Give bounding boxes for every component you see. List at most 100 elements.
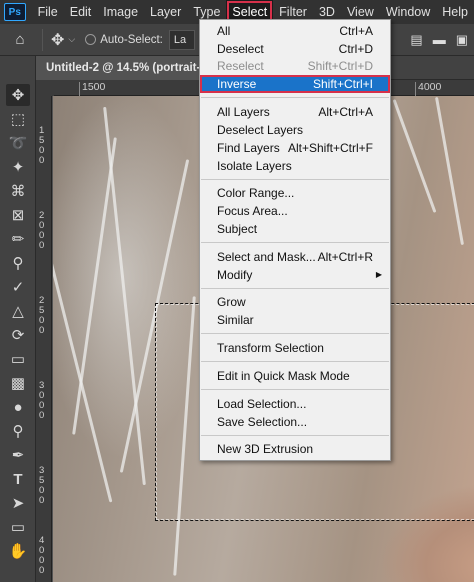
menu-item-load-selection[interactable]: Load Selection... bbox=[200, 395, 390, 413]
menu-item-label: Inverse bbox=[217, 77, 257, 91]
auto-select-target-dropdown[interactable]: La bbox=[168, 29, 195, 50]
lasso-tool-icon[interactable]: ➰ bbox=[6, 132, 30, 154]
menu-item-label: Select and Mask... bbox=[217, 250, 316, 264]
gradient-tool-icon[interactable]: ▩ bbox=[6, 372, 30, 394]
ruler-corner bbox=[36, 80, 54, 96]
chevron-down-icon[interactable]: ⌵ bbox=[68, 34, 75, 45]
menu-separator bbox=[201, 435, 389, 436]
hair-strand bbox=[103, 106, 146, 486]
dodge-tool-icon[interactable]: ⚲ bbox=[6, 420, 30, 442]
menu-item-label: Grow bbox=[217, 295, 246, 309]
menu-item-label: Edit in Quick Mask Mode bbox=[217, 369, 350, 383]
menu-item-subject[interactable]: Subject bbox=[200, 220, 390, 238]
menu-item-label: Isolate Layers bbox=[217, 159, 292, 173]
menu-item-label: Subject bbox=[217, 222, 258, 236]
align-controls: ▤ ▬ ▣ bbox=[410, 32, 468, 48]
move-tool-icon[interactable]: ✥ bbox=[6, 84, 30, 106]
hand-tool-icon[interactable]: ✋ bbox=[6, 540, 30, 562]
menu-item-save-selection[interactable]: Save Selection... bbox=[200, 413, 390, 431]
align-bottom-icon[interactable]: ▣ bbox=[456, 32, 468, 48]
menu-item-label: Modify bbox=[217, 268, 253, 282]
menu-item-inverse[interactable]: Inverse Shift+Ctrl+I bbox=[200, 75, 390, 93]
photoshop-logo-icon: Ps bbox=[4, 3, 26, 21]
menu-item-isolate-layers[interactable]: Isolate Layers bbox=[200, 157, 390, 175]
menu-help[interactable]: Help bbox=[436, 0, 474, 24]
menu-file[interactable]: File bbox=[32, 0, 64, 24]
menu-item-shortcut: Ctrl+D bbox=[338, 42, 373, 56]
menu-separator bbox=[201, 389, 389, 390]
hair-strand bbox=[392, 99, 437, 213]
menu-item-transform-selection[interactable]: Transform Selection bbox=[200, 339, 390, 357]
menu-item-color-range[interactable]: Color Range... bbox=[200, 184, 390, 202]
auto-select-label: Auto-Select: bbox=[100, 33, 163, 46]
menu-item-select-and-mask[interactable]: Select and Mask... Alt+Ctrl+R bbox=[200, 248, 390, 266]
ruler-label: 2 0 0 0 bbox=[39, 210, 45, 251]
magic-wand-icon[interactable]: ✦ bbox=[6, 156, 30, 178]
eyedropper-icon[interactable]: ✏ bbox=[6, 228, 30, 250]
clone-stamp-icon[interactable]: △ bbox=[6, 300, 30, 322]
select-menu-dropdown: All Ctrl+A Deselect Ctrl+D Reselect Shift+C… bbox=[199, 19, 391, 461]
menu-item-similar[interactable]: Similar bbox=[200, 311, 390, 329]
history-brush-icon[interactable]: ⟳ bbox=[6, 324, 30, 346]
frame-tool-icon[interactable]: ⊠ bbox=[6, 204, 30, 226]
menu-item-label: Save Selection... bbox=[217, 415, 308, 429]
options-divider bbox=[42, 28, 43, 51]
menu-item-label: Focus Area... bbox=[217, 204, 288, 218]
menu-item-quick-mask[interactable]: Edit in Quick Mask Mode bbox=[200, 367, 390, 385]
path-selection-icon[interactable]: ➤ bbox=[6, 492, 30, 514]
ruler-tick bbox=[415, 82, 416, 96]
menu-item-label: Similar bbox=[217, 313, 254, 327]
submenu-arrow-icon: ▶ bbox=[375, 270, 382, 279]
rectangle-tool-icon[interactable]: ▭ bbox=[6, 516, 30, 538]
menu-item-focus-area[interactable]: Focus Area... bbox=[200, 202, 390, 220]
menu-item-shortcut: Shift+Ctrl+I bbox=[312, 77, 373, 91]
menu-item-grow[interactable]: Grow bbox=[200, 293, 390, 311]
brush-tool-icon[interactable]: ✓ bbox=[6, 276, 30, 298]
ruler-label: 4000 bbox=[418, 81, 442, 93]
menu-item-deselect-layers[interactable]: Deselect Layers bbox=[200, 121, 390, 139]
menu-item-all-layers[interactable]: All Layers Alt+Ctrl+A bbox=[200, 103, 390, 121]
marquee-tool-icon[interactable]: ⬚ bbox=[6, 108, 30, 130]
menu-item-shortcut: Alt+Ctrl+R bbox=[317, 250, 373, 264]
healing-brush-icon[interactable]: ⚲ bbox=[6, 252, 30, 274]
menu-item-shortcut: Shift+Ctrl+D bbox=[307, 59, 373, 73]
ruler-label: 2 5 0 0 bbox=[39, 295, 45, 336]
menu-item-all[interactable]: All Ctrl+A bbox=[200, 22, 390, 40]
pen-tool-icon[interactable]: ✒ bbox=[6, 444, 30, 466]
menu-separator bbox=[201, 179, 389, 180]
type-tool-icon[interactable]: T bbox=[6, 468, 30, 490]
menu-item-shortcut: Alt+Shift+Ctrl+F bbox=[287, 141, 373, 155]
menu-item-label: Color Range... bbox=[217, 186, 295, 200]
menu-layer[interactable]: Layer bbox=[144, 0, 187, 24]
vertical-ruler: 1 5 0 0 2 0 0 0 2 5 0 0 3 0 0 0 3 5 0 0 … bbox=[36, 96, 52, 582]
menu-separator bbox=[201, 242, 389, 243]
menu-item-modify[interactable]: Modify ▶ bbox=[200, 266, 390, 284]
ruler-label: 1 5 0 0 bbox=[39, 125, 45, 166]
menu-item-label: Transform Selection bbox=[217, 341, 324, 355]
eraser-icon[interactable]: ▭ bbox=[6, 348, 30, 370]
move-tool-icon[interactable]: ✥ bbox=[51, 30, 64, 50]
auto-select-checkbox[interactable] bbox=[85, 34, 97, 45]
menu-item-label: All Layers bbox=[217, 105, 270, 119]
tools-panel: ✥ ⬚ ➰ ✦ ⌘ ⊠ ✏ ⚲ ✓ △ ⟳ ▭ ▩ ● ⚲ ✒ T ➤ ▭ ✋ bbox=[0, 56, 36, 582]
menu-item-reselect: Reselect Shift+Ctrl+D bbox=[200, 57, 390, 75]
menu-item-shortcut: Alt+Ctrl+A bbox=[318, 105, 373, 119]
crop-tool-icon[interactable]: ⌘ bbox=[6, 180, 30, 202]
document-tab[interactable]: Untitled-2 @ 14.5% (portrait-of bbox=[36, 56, 206, 80]
menu-item-label: Reselect bbox=[217, 59, 264, 73]
menu-edit[interactable]: Edit bbox=[64, 0, 98, 24]
menu-image[interactable]: Image bbox=[97, 0, 144, 24]
align-vertical-center-icon[interactable]: ▬ bbox=[433, 32, 446, 48]
home-icon[interactable]: ⌂ bbox=[6, 24, 34, 56]
menu-item-shortcut: Ctrl+A bbox=[339, 24, 373, 38]
blur-tool-icon[interactable]: ● bbox=[6, 396, 30, 418]
menu-separator bbox=[201, 97, 389, 98]
hair-strand bbox=[434, 96, 465, 246]
menu-item-deselect[interactable]: Deselect Ctrl+D bbox=[200, 40, 390, 58]
align-top-icon[interactable]: ▤ bbox=[410, 32, 422, 48]
ruler-tick bbox=[79, 82, 80, 96]
ruler-label: 3 0 0 0 bbox=[39, 380, 45, 421]
menu-item-find-layers[interactable]: Find Layers Alt+Shift+Ctrl+F bbox=[200, 139, 390, 157]
menu-item-new-3d-extrusion[interactable]: New 3D Extrusion bbox=[200, 440, 390, 458]
menu-item-label: All bbox=[217, 24, 231, 38]
